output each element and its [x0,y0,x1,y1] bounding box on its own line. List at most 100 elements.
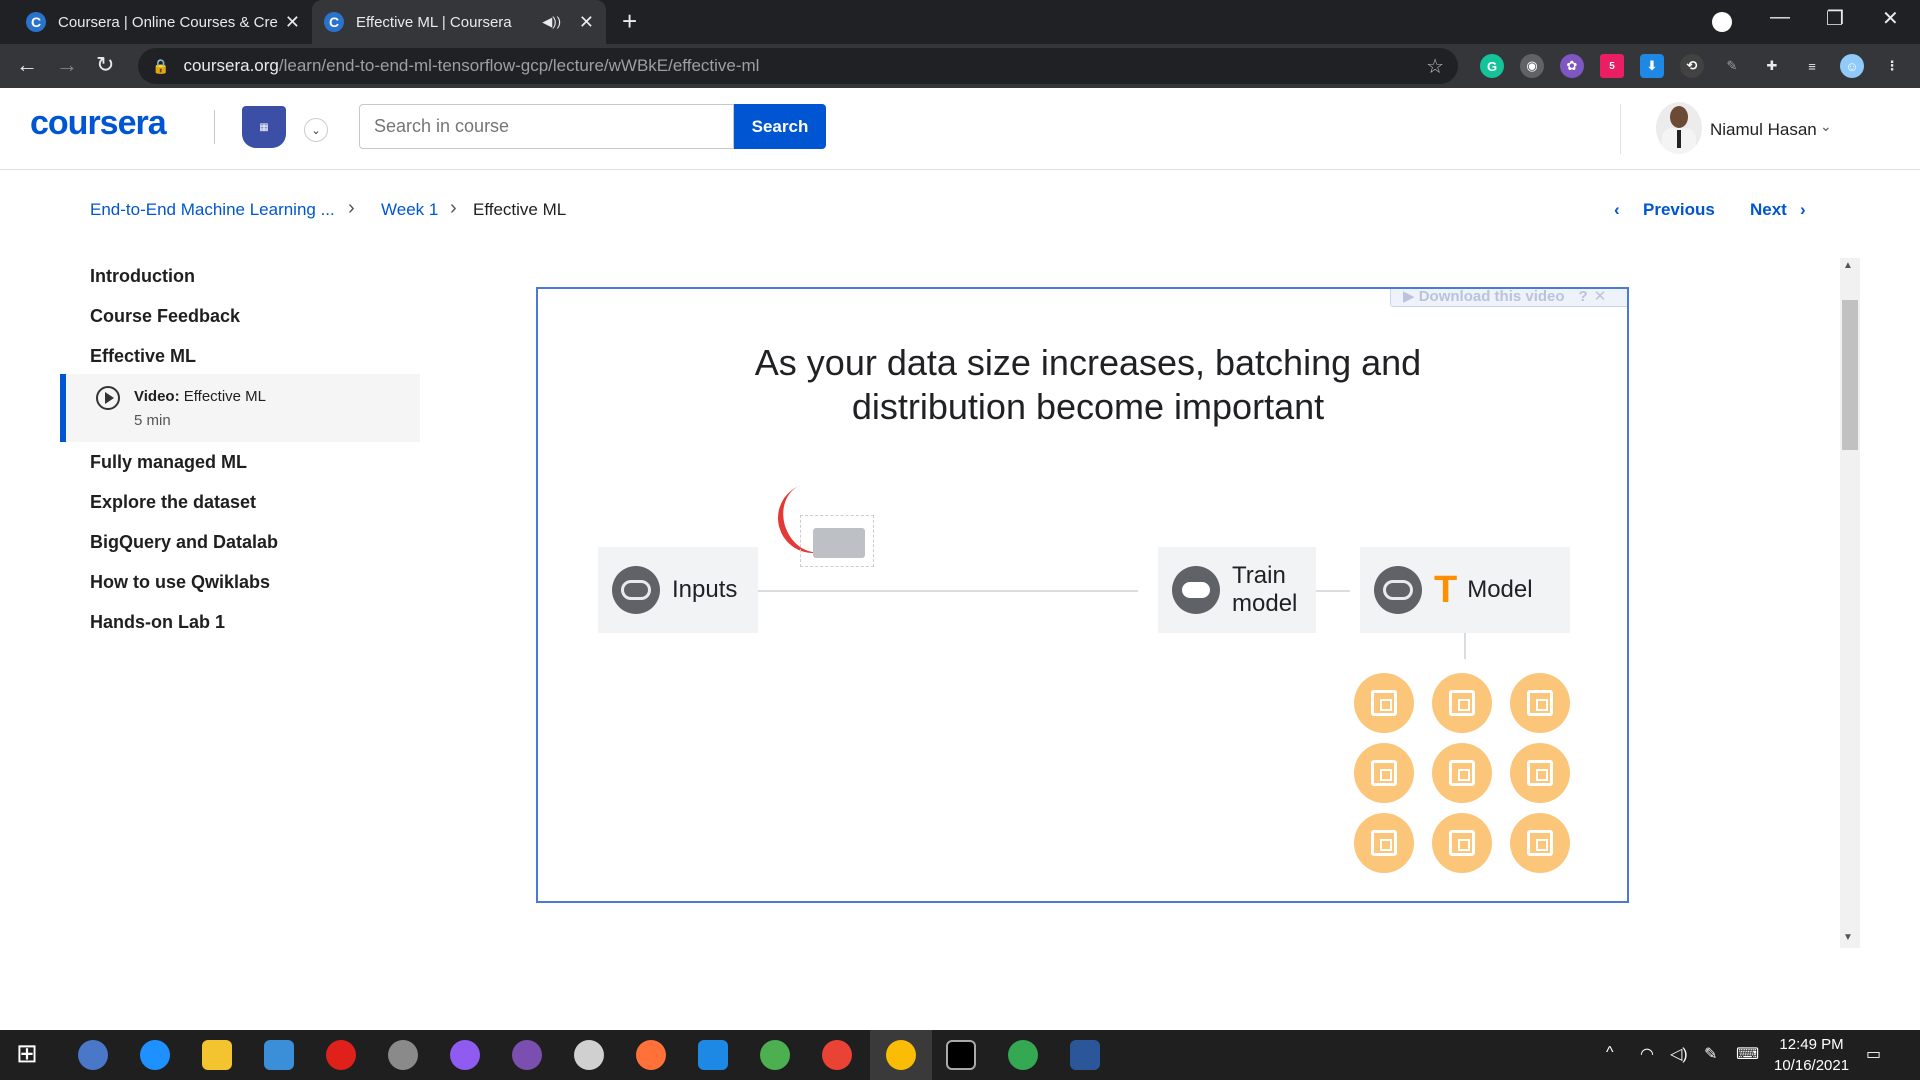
messenger-icon[interactable] [450,1040,480,1070]
data-batch-icon [800,515,874,567]
app-icon[interactable] [760,1040,790,1070]
system-clock[interactable]: 12:49 PM 10/16/2021 [1774,1034,1849,1076]
inputs-label: Inputs [672,576,738,603]
sidebar-item-hands-on-lab[interactable]: Hands-on Lab 1 [90,612,225,633]
close-tab-icon[interactable]: ✕ [579,12,594,33]
address-bar[interactable]: 🔒 coursera.org /learn/end-to-end-ml-tens… [138,48,1458,84]
breadcrumb-week[interactable]: Week 1 [381,200,438,220]
opera-icon[interactable] [326,1040,356,1070]
logo-divider [214,110,215,144]
chevron-up-icon[interactable]: ^ [1606,1044,1614,1062]
restore-icon[interactable]: ❐ [1826,6,1844,31]
scroll-down-icon[interactable]: ▼ [1843,932,1853,943]
chip-core [1527,690,1553,716]
next-button[interactable]: Next [1750,200,1787,220]
notification-icon[interactable]: ▭ [1866,1044,1881,1064]
browser-toolbar: ← → ↻ 🔒 coursera.org /learn/end-to-end-m… [0,44,1920,88]
volume-icon[interactable]: ◁) [1670,1044,1688,1064]
tab-coursera-home[interactable]: C Coursera | Online Courses & Cre ✕ [14,0,312,44]
download-video-bar[interactable]: ▶ Download this video ? ✕ [1390,288,1627,307]
extensions-puzzle-icon[interactable]: ✚ [1760,54,1784,78]
video-title: Effective ML [183,388,267,405]
sidebar-item-bigquery-datalab[interactable]: BigQuery and Datalab [90,532,278,553]
connector-line [758,590,1138,592]
tab-search-icon[interactable] [1712,12,1732,32]
help-icon[interactable]: ? [1579,289,1588,305]
sidebar-item-fully-managed-ml[interactable]: Fully managed ML [90,452,247,473]
avatar[interactable] [1656,102,1702,154]
download-video-label: ▶ Download this video [1403,288,1565,305]
camera-icon[interactable]: ◉ [1520,54,1544,78]
coursera-logo[interactable]: coursera [30,104,167,143]
sidebar-item-effective-ml[interactable]: Effective ML [90,346,196,367]
download-icon[interactable]: ⬇ [1640,54,1664,78]
profile-avatar-icon[interactable]: ☺ [1840,54,1864,78]
vscode-icon[interactable] [698,1040,728,1070]
sidebar-item-introduction[interactable]: Introduction [90,266,195,287]
terminal-icon[interactable] [946,1040,976,1070]
bookmark-star-icon[interactable]: ☆ [1426,54,1444,79]
windows-start-icon[interactable]: ⊞ [16,1038,46,1068]
pen-icon[interactable]: ✎ [1720,54,1744,78]
github-icon[interactable] [512,1040,542,1070]
chip-core [1449,690,1475,716]
forward-icon[interactable]: → [56,52,78,78]
chrome-icon[interactable] [886,1040,916,1070]
processor-chip-icon [1510,813,1570,873]
close-window-icon[interactable]: ✕ [1882,6,1899,31]
pen-icon[interactable]: ✎ [1704,1044,1717,1064]
tab-effective-ml[interactable]: C Effective ML | Coursera ◀)) ✕ [312,0,606,44]
sidebar-item-video-effective-ml[interactable]: Video: Effective ML 5 min [60,374,420,442]
audio-playing-icon[interactable]: ◀)) [542,14,561,30]
menu-kebab-icon[interactable]: ⋮ [1880,54,1904,78]
new-tab-icon[interactable]: + [622,6,637,37]
connector-line [1316,590,1350,592]
chip-core [1449,830,1475,856]
wifi-icon[interactable]: ◠ [1640,1044,1654,1064]
user-name[interactable]: Niamul Hasan [1710,120,1817,140]
close-tab-icon[interactable]: ✕ [285,12,300,33]
chevron-down-icon[interactable]: ⌄ [304,118,328,142]
video-player[interactable]: ▶ Download this video ? ✕ As your data s… [536,287,1629,903]
header-divider [1620,104,1621,154]
scrollbar-thumb[interactable] [1842,300,1858,450]
chevron-down-icon[interactable]: ⌄ [1820,118,1832,135]
tab-title: Effective ML | Coursera [356,13,512,31]
previous-button[interactable]: Previous [1643,200,1715,220]
extension-badge-icon[interactable]: 5 [1600,54,1624,78]
word-icon[interactable] [1070,1040,1100,1070]
clock-time: 12:49 PM [1779,1036,1844,1053]
storage-pill [1383,580,1413,600]
satellite-icon[interactable] [388,1040,418,1070]
mail-icon[interactable] [264,1040,294,1070]
train-model-label: Train model [1232,562,1297,618]
sidebar-item-explore-dataset[interactable]: Explore the dataset [90,492,256,513]
edge-icon[interactable] [140,1040,170,1070]
media-control-icon[interactable]: ≡ [1800,54,1824,78]
search-button[interactable]: Search [734,104,826,149]
search-input[interactable] [359,104,734,149]
university-logo-icon[interactable]: ▦ [242,106,286,148]
processor-chip-icon [1432,743,1492,803]
chevron-right-icon[interactable]: › [1800,200,1806,220]
app-icon[interactable] [574,1040,604,1070]
back-icon[interactable]: ← [16,52,38,78]
scroll-up-icon[interactable]: ▲ [1843,260,1853,271]
chevron-left-icon[interactable]: ‹ [1614,200,1620,220]
keyboard-icon[interactable]: ⌨ [1736,1044,1759,1064]
breadcrumb-course[interactable]: End-to-End Machine Learning ... [90,200,335,220]
extension-icon[interactable]: ⟲ [1680,54,1704,78]
chrome-icon[interactable] [1008,1040,1038,1070]
minimize-icon[interactable]: — [1770,6,1790,29]
firefox-icon[interactable] [636,1040,666,1070]
reload-icon[interactable]: ↻ [96,52,114,78]
train-label-line1: Train [1232,562,1286,589]
sidebar-item-qwiklabs[interactable]: How to use Qwiklabs [90,572,270,593]
close-icon[interactable]: ✕ [1594,289,1607,305]
extension-icon[interactable]: ✿ [1560,54,1584,78]
grammarly-icon[interactable]: G [1480,54,1504,78]
qbittorrent-icon[interactable] [78,1040,108,1070]
chrome-icon[interactable] [822,1040,852,1070]
sidebar-item-course-feedback[interactable]: Course Feedback [90,306,240,327]
file-explorer-icon[interactable] [202,1040,232,1070]
